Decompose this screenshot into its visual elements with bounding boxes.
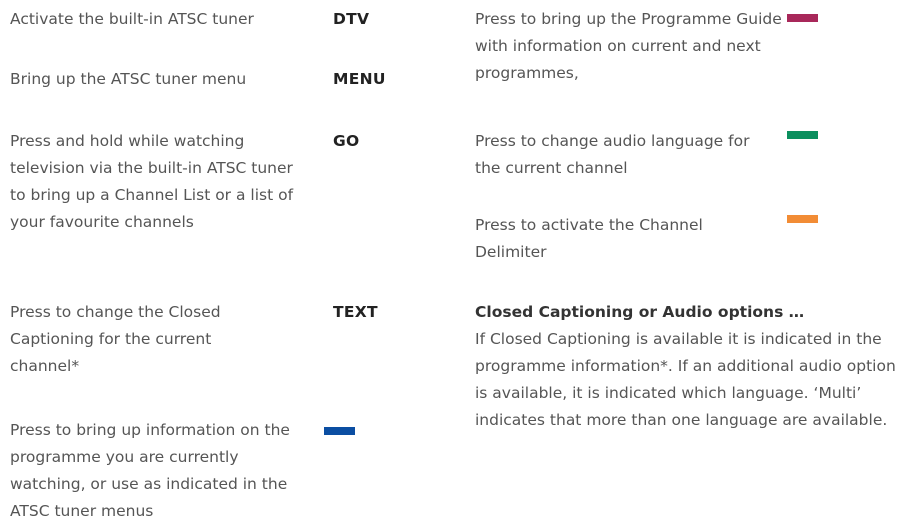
menu-key-label: MENU [333,70,386,88]
dtv-description: Activate the built-in ATSC tuner [10,10,254,28]
yellow-button-swatch [787,215,818,223]
go-key-label: GO [333,132,360,150]
menu-description: Bring up the ATSC tuner menu [10,70,247,88]
yellow-button-description: Press to activate the Channel Delimiter [475,216,703,261]
blue-button-swatch [324,427,355,435]
go-description: Press and hold while watching television… [10,132,294,231]
text-description: Press to change the Closed Captioning fo… [10,303,221,375]
green-button-description: Press to change audio language for the c… [475,132,750,177]
red-button-swatch [787,14,818,22]
dtv-key-label: DTV [333,10,370,28]
cc-audio-options-section: Closed Captioning or Audio options … If … [475,299,907,434]
text-key-label: TEXT [333,303,378,321]
green-button-swatch [787,131,818,139]
cc-audio-options-body: If Closed Captioning is available it is … [475,330,896,429]
cc-audio-options-heading: Closed Captioning or Audio options … [475,303,805,321]
blue-button-description: Press to bring up information on the pro… [10,421,290,520]
red-button-description: Press to bring up the Programme Guide wi… [475,10,782,82]
